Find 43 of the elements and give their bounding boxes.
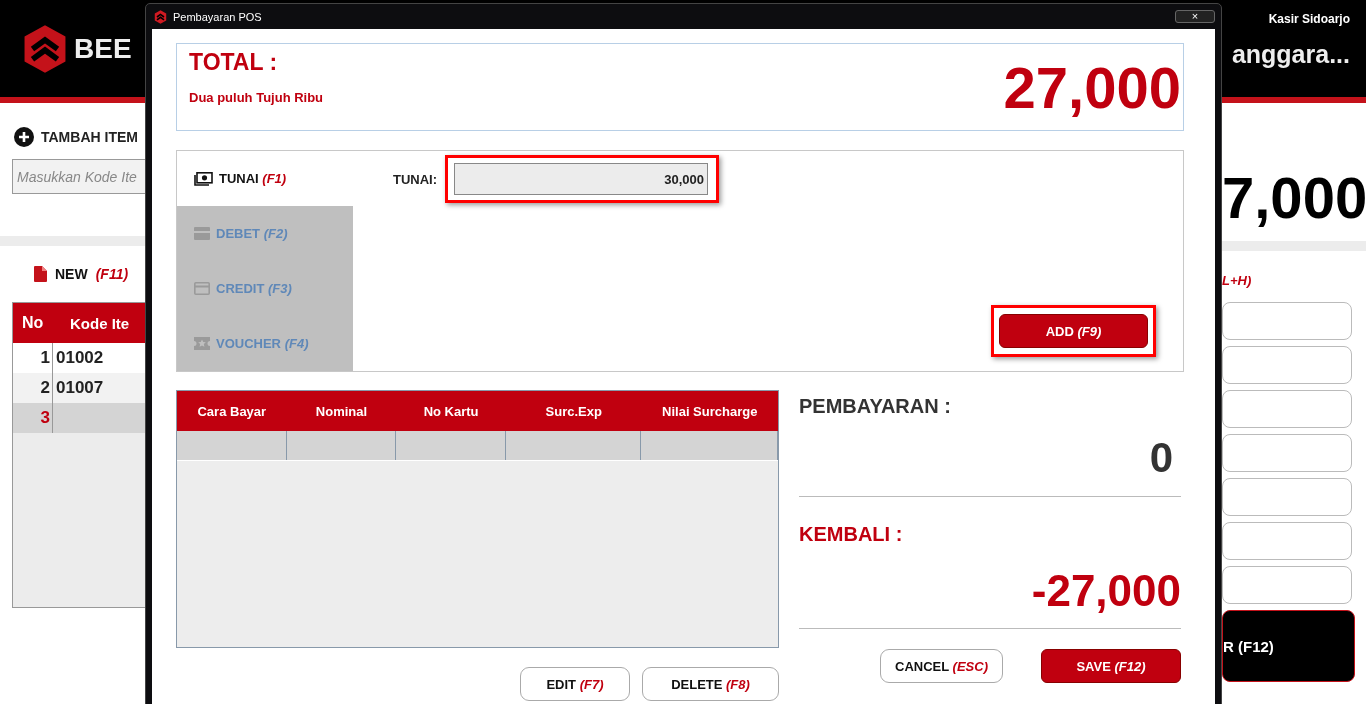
payment-tab[interactable]: TUNAI (F1) [177,151,353,206]
edit-button[interactable]: EDIT (F7) [520,667,630,701]
logo-icon [154,9,167,24]
delete-button[interactable]: DELETE (F8) [642,667,779,701]
add-button[interactable]: ADD (F9) [999,314,1148,348]
column-header: Nominal [314,402,369,421]
pay-button[interactable]: R (F12) [1222,610,1355,682]
close-button[interactable]: × [1175,10,1215,23]
total-label: TOTAL : [189,49,279,76]
column-header: Surc.Exp [544,402,603,421]
save-button[interactable]: SAVE (F12) [1041,649,1181,683]
change-label: KEMBALI : [799,523,904,546]
logo-icon [22,23,68,74]
column-header: No [21,314,45,332]
cancel-button[interactable]: CANCEL (ESC) [880,649,1003,683]
window-title: Pembayaran POS [173,10,262,23]
total-amount: 7,000 [1222,165,1366,231]
table-cell-text: 01007 [55,378,104,398]
table-cell-text: 01002 [55,348,104,368]
add-item-label[interactable]: TAMBAH ITEM [41,129,138,145]
table-cell: 3 [13,403,53,433]
column-header: Cara Bayar [196,402,268,421]
ticket-star-icon [194,337,210,350]
payment-amount: 0 [1148,434,1173,482]
cashier-name: Kasir Sidoarjo [1268,12,1350,26]
cash-label: TUNAI: [393,171,438,187]
cash-input-field[interactable]: 30,000 [454,163,709,195]
cash-icon [194,171,213,186]
payment-label: PEMBAYARAN : [799,395,952,418]
change-amount: -27,000 [1030,566,1181,616]
total-amount: 27,000 [1003,53,1181,121]
amount-in-words: Dua puluh Tujuh Ribu [189,90,324,105]
card-icon [194,282,210,295]
column-header: Kode Ite [69,314,130,332]
column-header: Nilai Surcharge [661,402,759,421]
logo-text: BEE [74,32,132,65]
new-button[interactable]: NEW (F11) [34,266,145,282]
column-header: No Kartu [422,402,480,421]
document-icon [34,266,47,282]
shortcut-hint: L+H) [1222,273,1253,288]
customer-name: anggara... [1231,40,1350,69]
card-icon [194,227,210,240]
plus-icon [14,127,34,147]
